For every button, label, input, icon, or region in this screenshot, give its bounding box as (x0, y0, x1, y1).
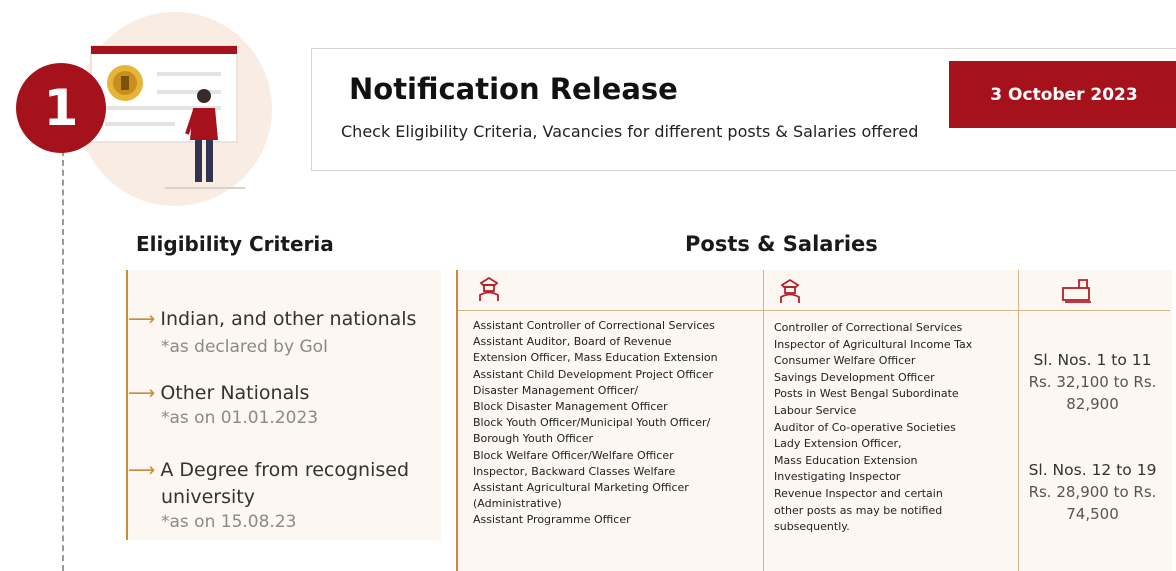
salary-amount: Rs. 28,900 to Rs. (1028, 483, 1157, 501)
post-item: Lady Extension Officer, (774, 437, 902, 451)
post-item: Revenue Inspector and certain (774, 486, 943, 500)
money-stack-icon (1062, 279, 1091, 303)
posts-column-1: Assistant Controller of Correctional Ser… (473, 318, 718, 529)
salary-amount: 74,500 (1066, 505, 1119, 523)
post-item: Assistant Auditor, Board of Revenue (473, 335, 672, 349)
post-item: Posts in West Bengal Subordinate (774, 387, 959, 401)
timeline-dashed-line (62, 150, 64, 571)
eligibility-item-text: Indian, and other nationals (160, 308, 417, 330)
post-item: Labour Service (774, 403, 857, 417)
post-item: Disaster Management Officer/ (473, 383, 639, 397)
post-item: Auditor of Co-operative Societies (774, 420, 956, 434)
eligibility-item-note: *as declared by GoI (161, 337, 329, 357)
arrow-right-icon: ⟶ (128, 308, 156, 330)
notification-title: Notification Release (349, 72, 678, 106)
salary-block: Sl. Nos. 1 to 11 Rs. 32,100 to Rs. 82,90… (1025, 349, 1160, 415)
eligibility-item: ⟶ A Degree from recognised (128, 459, 409, 481)
post-item: Assistant Agricultural Marketing Officer (473, 481, 689, 495)
post-item: Inspector of Agricultural Income Tax (774, 337, 973, 351)
posts-heading: Posts & Salaries (685, 232, 878, 256)
eligibility-item: ⟶ Indian, and other nationals (128, 308, 416, 330)
emblem-icon (107, 65, 143, 101)
arrow-right-icon: ⟶ (128, 382, 156, 404)
eligibility-heading: Eligibility Criteria (136, 232, 334, 256)
posts-column-2: Controller of Correctional Services Insp… (774, 320, 972, 536)
post-item: Inspector, Backward Classes Welfare (473, 464, 676, 478)
notice-board-illustration (90, 45, 245, 189)
eligibility-item-text: Other Nationals (160, 382, 310, 404)
eligibility-item-text-continued: university (161, 486, 255, 508)
salary-block: Sl. Nos. 12 to 19 Rs. 28,900 to Rs. 74,5… (1025, 459, 1160, 525)
eligibility-item-note: *as on 01.01.2023 (161, 408, 319, 428)
column-divider (763, 270, 764, 571)
post-item: Savings Development Officer (774, 370, 935, 384)
eligibility-item: ⟶ Other Nationals (128, 382, 309, 404)
post-item: Block Disaster Management Officer (473, 400, 668, 414)
notification-date-badge: 3 October 2023 (949, 61, 1176, 128)
post-item: Mass Education Extension (774, 453, 918, 467)
post-item: Assistant Programme Officer (473, 513, 631, 527)
post-item: (Administrative) (473, 497, 562, 511)
eligibility-item-note: *as on 15.08.23 (161, 512, 297, 532)
officer-icon (780, 278, 800, 303)
post-item: Borough Youth Officer (473, 432, 594, 446)
post-item: Consumer Welfare Officer (774, 354, 916, 368)
column-divider (1018, 270, 1019, 571)
post-item: Extension Officer, Mass Education Extens… (473, 351, 718, 365)
post-item: Block Welfare Officer/Welfare Officer (473, 448, 674, 462)
post-item: Assistant Controller of Correctional Ser… (473, 319, 715, 332)
salary-range: Sl. Nos. 1 to 11 (1033, 351, 1152, 369)
step-number-badge: 1 (16, 63, 106, 153)
arrow-right-icon: ⟶ (128, 459, 156, 481)
post-item: Controller of Correctional Services (774, 321, 963, 334)
post-item: Block Youth Officer/Municipal Youth Offi… (473, 416, 711, 430)
officer-icon (479, 276, 499, 301)
salary-amount: 82,900 (1066, 395, 1119, 413)
salary-amount: Rs. 32,100 to Rs. (1028, 373, 1157, 391)
salary-range: Sl. Nos. 12 to 19 (1028, 461, 1157, 479)
header-row-divider (458, 310, 1170, 311)
notification-subtitle: Check Eligibility Criteria, Vacancies fo… (341, 122, 919, 141)
eligibility-item-text: A Degree from recognised (160, 459, 410, 481)
post-item: Investigating Inspector (774, 470, 901, 484)
post-item: subsequently. (774, 520, 850, 534)
post-item: Assistant Child Development Project Offi… (473, 367, 714, 381)
post-item: other posts as may be notified (774, 503, 943, 517)
